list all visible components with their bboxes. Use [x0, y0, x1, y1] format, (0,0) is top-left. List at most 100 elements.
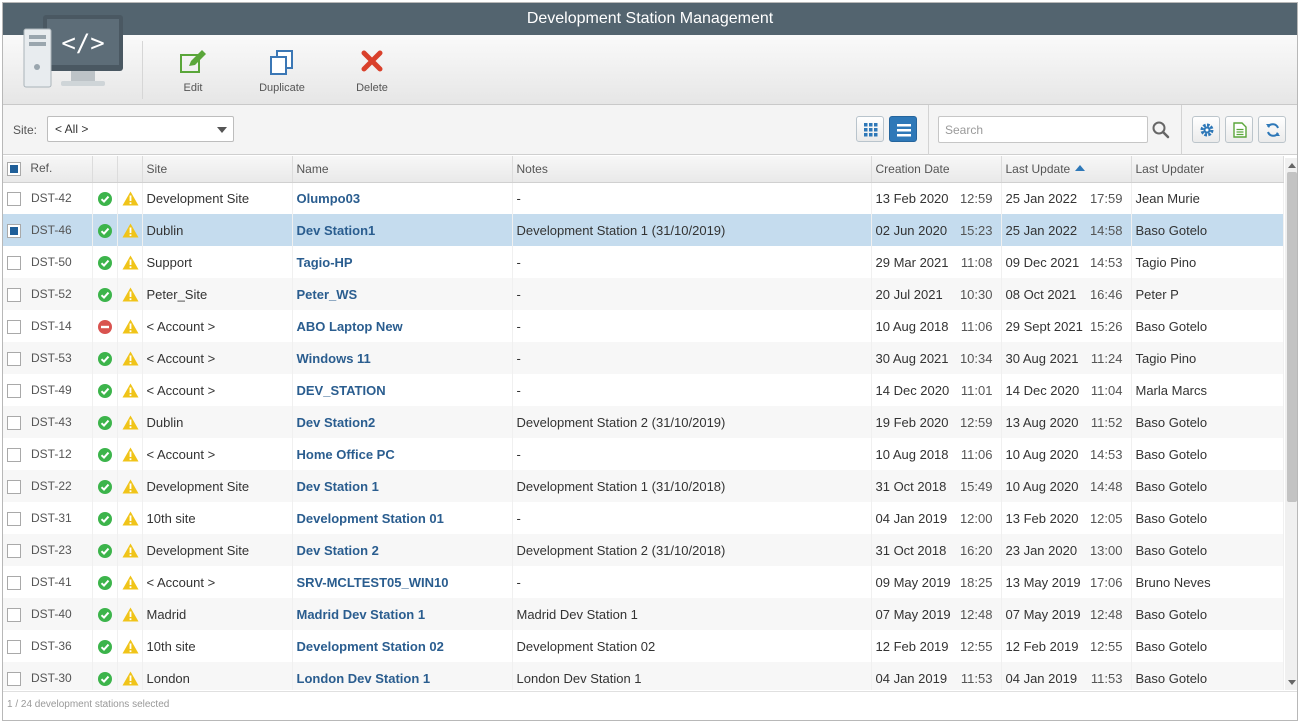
last-update-date: 04 Jan 2019: [1005, 670, 1078, 686]
last-update-time: 15:26: [1089, 318, 1123, 334]
check-circle-icon: [97, 414, 112, 430]
vertical-scrollbar[interactable]: [1285, 158, 1297, 690]
site-select[interactable]: < All >: [47, 116, 234, 142]
station-name-link[interactable]: ABO Laptop New: [297, 319, 403, 334]
name-cell: DEV_STATION: [292, 374, 513, 406]
creation-date-header[interactable]: Creation Date: [871, 156, 1002, 183]
row-checkbox[interactable]: [7, 607, 21, 622]
warning-cell: [117, 630, 143, 662]
table-row[interactable]: DST-52 Peter_Site Peter_WS -20 Jul 2021 10:3…: [3, 278, 1284, 310]
last-update-time: 14:48: [1089, 478, 1123, 494]
ref-value: DST-46: [31, 223, 72, 238]
last-update-cell: 14 Dec 2020 11:04: [1001, 374, 1132, 406]
station-name-link[interactable]: Olumpo03: [297, 191, 361, 206]
row-checkbox[interactable]: [7, 447, 21, 462]
refresh-button[interactable]: [1258, 116, 1286, 143]
edit-button[interactable]: Edit: [158, 49, 228, 94]
name-cell: Development Station 01: [292, 502, 513, 534]
row-checkbox[interactable]: [7, 575, 21, 590]
warning-triangle-icon: [122, 318, 139, 334]
station-name-link[interactable]: Windows 11: [297, 351, 371, 366]
export-button[interactable]: [1225, 116, 1253, 143]
row-checkbox[interactable]: [7, 671, 21, 686]
notes-header[interactable]: Notes: [512, 156, 872, 183]
table-row[interactable]: DST-49 < Account > DEV_STATION -14 Dec 2020…: [3, 374, 1284, 406]
row-checkbox[interactable]: [7, 255, 21, 270]
table-row[interactable]: DST-31 10th site Development Station 01 -04…: [3, 502, 1284, 534]
last-update-date: 13 Aug 2020: [1005, 414, 1079, 430]
table-row[interactable]: DST-46 Dublin Dev Station1 Development Stat…: [3, 214, 1284, 246]
duplicate-button[interactable]: Duplicate: [247, 49, 317, 94]
table-row[interactable]: DST-40 Madrid Madrid Dev Station 1 Madrid D…: [3, 598, 1284, 630]
last-updater-cell: Baso Gotelo: [1131, 310, 1284, 342]
window-title: Development Station Management: [526, 10, 774, 27]
row-checkbox[interactable]: [7, 479, 21, 494]
row-checkbox[interactable]: [7, 543, 21, 558]
scroll-up-icon[interactable]: [1288, 163, 1296, 168]
scroll-down-icon[interactable]: [1288, 680, 1296, 685]
selection-count: 1 / 24 development stations selected: [7, 699, 170, 710]
name-header[interactable]: Name: [292, 156, 513, 183]
row-checkbox[interactable]: [7, 415, 21, 430]
row-checkbox[interactable]: [7, 192, 21, 207]
station-name-link[interactable]: SRV-MCLTEST05_WIN10: [297, 575, 449, 590]
table-row[interactable]: DST-50 Support Tagio-HP -29 Mar 2021 11:08 09…: [3, 246, 1284, 278]
table-row[interactable]: DST-36 10th site Development Station 02 Dev…: [3, 630, 1284, 662]
creation-time: 12:55: [959, 638, 993, 654]
table-row[interactable]: DST-14 < Account > ABO Laptop New -10 Aug 2…: [3, 310, 1284, 342]
station-name-link[interactable]: DEV_STATION: [297, 383, 386, 398]
search-input[interactable]: [938, 116, 1148, 143]
station-name-link[interactable]: Home Office PC: [297, 447, 395, 462]
table-row[interactable]: DST-42 Development Site Olumpo03 -13 Feb 20…: [3, 182, 1284, 214]
station-name-link[interactable]: Peter_WS: [297, 287, 358, 302]
name-cell: London Dev Station 1: [292, 662, 513, 690]
last-update-time: 11:04: [1090, 382, 1123, 398]
station-name-link[interactable]: London Dev Station 1: [297, 671, 431, 686]
table-row[interactable]: DST-22 Development Site Dev Station 1 Devel…: [3, 470, 1284, 502]
last-update-date: 13 May 2019: [1005, 574, 1081, 590]
station-name-link[interactable]: Development Station 01: [297, 511, 444, 526]
refresh-icon: [1266, 123, 1280, 137]
row-checkbox[interactable]: [7, 511, 21, 526]
magnifier-icon[interactable]: [1152, 121, 1170, 139]
table-row[interactable]: DST-12 < Account > Home Office PC -10 Aug 2…: [3, 438, 1284, 470]
station-name-link[interactable]: Dev Station1: [297, 223, 376, 238]
station-name-link[interactable]: Tagio-HP: [297, 255, 353, 270]
creation-time: 15:49: [959, 478, 993, 494]
site-header[interactable]: Site: [142, 156, 293, 183]
station-name-link[interactable]: Development Station 02: [297, 639, 444, 654]
station-name-link[interactable]: Dev Station 1: [297, 479, 379, 494]
settings-button[interactable]: [1192, 116, 1220, 143]
row-checkbox[interactable]: [7, 319, 21, 334]
last-update-time: 16:46: [1089, 286, 1123, 302]
station-name-link[interactable]: Dev Station 2: [297, 543, 379, 558]
scrollbar-thumb[interactable]: [1287, 172, 1297, 502]
grid-view-button[interactable]: [856, 116, 884, 142]
last-updater-header[interactable]: Last Updater: [1131, 156, 1284, 183]
ref-header[interactable]: Ref.: [3, 156, 93, 183]
status-cell: [92, 566, 118, 598]
table-row[interactable]: DST-23 Development Site Dev Station 2 Devel…: [3, 534, 1284, 566]
delete-button[interactable]: Delete: [337, 49, 407, 94]
site-cell: Peter_Site: [142, 278, 293, 310]
name-cell: Dev Station 1: [292, 470, 513, 502]
last-update-header[interactable]: Last Update: [1001, 156, 1132, 183]
ref-cell: DST-14: [3, 310, 93, 342]
table-row[interactable]: DST-53 < Account > Windows 11-30 Aug 2021 1…: [3, 342, 1284, 374]
row-checkbox[interactable]: [7, 287, 21, 302]
ref-cell: DST-12: [3, 438, 93, 470]
station-name-link[interactable]: Madrid Dev Station 1: [297, 607, 426, 622]
list-view-button[interactable]: [889, 116, 917, 142]
select-all-checkbox[interactable]: [7, 162, 21, 177]
row-checkbox[interactable]: [7, 639, 21, 654]
table-row[interactable]: DST-41 < Account > SRV-MCLTEST05_WIN10 -09 …: [3, 566, 1284, 598]
warning-triangle-icon: [122, 254, 139, 270]
table-row[interactable]: DST-43 Dublin Dev Station2 Development Stat…: [3, 406, 1284, 438]
last-update-cell: 30 Aug 2021 11:24: [1001, 342, 1132, 374]
row-checkbox[interactable]: [7, 383, 21, 398]
notes-cell: -: [512, 566, 872, 598]
row-checkbox[interactable]: [7, 351, 21, 366]
table-row[interactable]: DST-30 London London Dev Station 1 London D…: [3, 662, 1284, 690]
row-checkbox[interactable]: [7, 223, 21, 238]
station-name-link[interactable]: Dev Station2: [297, 415, 376, 430]
